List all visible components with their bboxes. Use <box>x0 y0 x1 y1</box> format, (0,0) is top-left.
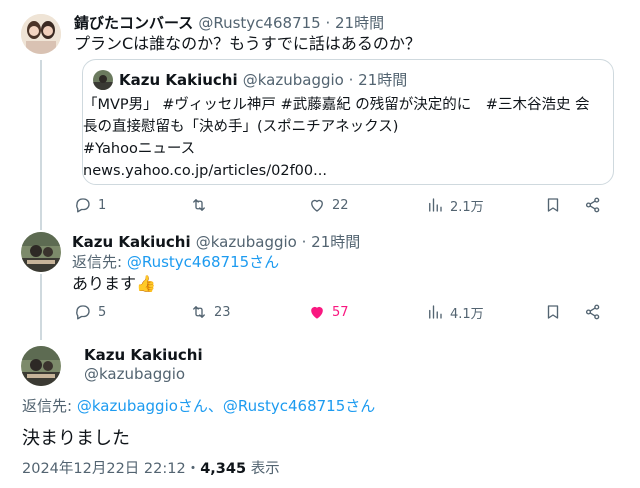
tweet-text: 決まりました <box>22 428 130 449</box>
handle[interactable]: @Rustyc468715 <box>198 14 320 32</box>
tweet-meta: 2024年12月22日 22:12・4,345 表示 <box>22 457 280 478</box>
bookmark-icon <box>544 196 562 214</box>
avatar[interactable] <box>21 14 61 54</box>
like-count: 57 <box>332 304 349 320</box>
share-button[interactable] <box>584 301 602 323</box>
display-name[interactable]: Kazu Kakiuchi <box>84 346 203 364</box>
quote-text-line: 長の直接慰留も「決め手」(スポニチアネックス) <box>83 119 399 135</box>
tweet-timestamp[interactable]: 2024年12月22日 22:12 <box>22 461 186 477</box>
like-count: 22 <box>332 197 349 213</box>
reply-button[interactable]: 5 <box>74 301 106 323</box>
display-name: Kazu Kakiuchi <box>119 71 238 89</box>
handle[interactable]: @kazubaggio <box>84 365 185 383</box>
retweet-icon <box>190 303 208 321</box>
avatar[interactable] <box>21 346 61 386</box>
bookmark-button[interactable] <box>544 194 562 216</box>
views-count: 4,345 <box>200 461 247 477</box>
views-label: 表示 <box>246 461 280 477</box>
tweet-text-body: あります <box>72 274 137 293</box>
retweet-icon <box>190 196 208 214</box>
views-label-text: 表示 <box>250 461 280 477</box>
share-icon <box>584 196 602 214</box>
tweet-text: あります👍 <box>72 273 156 295</box>
quote-text-line: 「MVP男」 #ヴィッセル神戸 #武藤嘉紀 の残留が決定的に #三木谷浩史 会 <box>83 97 590 113</box>
avatar[interactable] <box>21 232 61 272</box>
quote-link[interactable]: news.yahoo.co.jp/articles/02f00... <box>83 160 327 182</box>
separator-dot: · <box>320 14 336 32</box>
separator-dot: · <box>343 71 359 89</box>
tweet-time: 21時間 <box>358 71 408 89</box>
reply-mention-link[interactable]: @kazubaggioさん、@Rustyc468715さん <box>77 397 375 415</box>
reply-prefix: 返信先: <box>72 253 127 271</box>
like-icon <box>308 303 326 321</box>
thumbs-up-emoji: 👍 <box>136 274 156 293</box>
reply-count: 5 <box>98 304 107 320</box>
share-button[interactable] <box>584 194 602 216</box>
thread-line-1 <box>40 60 42 230</box>
reply-context: 返信先: @kazubaggioさん、@Rustyc468715さん <box>22 395 375 416</box>
quote-header: Kazu Kakiuchi @kazubaggio · 21時間 <box>119 69 407 90</box>
reply-count: 1 <box>98 197 107 213</box>
separator-dot: ・ <box>185 461 201 477</box>
retweet-count: 23 <box>214 304 231 320</box>
like-button[interactable]: 57 <box>308 301 349 323</box>
share-icon <box>584 303 602 321</box>
reply-context: 返信先: @Rustyc468715さん <box>72 251 279 272</box>
bookmark-button[interactable] <box>544 301 562 323</box>
quoted-tweet[interactable]: Kazu Kakiuchi @kazubaggio · 21時間 「MVP男」 … <box>82 59 614 185</box>
reply-icon <box>74 303 92 321</box>
tweet-header: Kazu Kakiuchi @kazubaggio · 21時間 <box>72 231 360 252</box>
views-button[interactable]: 4.1万 <box>426 301 484 323</box>
handle: @kazubaggio <box>242 71 344 89</box>
reply-icon <box>74 196 92 214</box>
reply-mention-link[interactable]: @Rustyc468715さん <box>127 253 279 271</box>
bookmark-icon <box>544 303 562 321</box>
avatar <box>93 70 113 90</box>
thread-line-2 <box>40 274 42 340</box>
retweet-button[interactable] <box>190 194 214 216</box>
views-button[interactable]: 2.1万 <box>426 194 484 216</box>
tweet-text: プランCは誰なのか？もうすでに話はあるのか？ <box>74 34 421 53</box>
display-name[interactable]: 錆びたコンバース <box>74 14 193 32</box>
tweet-time[interactable]: 21時間 <box>335 14 384 32</box>
handle[interactable]: @kazubaggio <box>196 233 297 251</box>
like-button[interactable]: 22 <box>308 194 349 216</box>
views-count: 2.1万 <box>450 199 484 215</box>
reply-button[interactable]: 1 <box>74 194 106 216</box>
tweet-time[interactable]: 21時間 <box>311 233 360 251</box>
reply-prefix: 返信先: <box>22 397 77 415</box>
display-name[interactable]: Kazu Kakiuchi <box>72 233 191 251</box>
retweet-button[interactable]: 23 <box>190 301 231 323</box>
tweet-header: 錆びたコンバース @Rustyc468715 · 21時間 <box>74 12 384 33</box>
views-icon <box>426 303 444 321</box>
quote-hashtag[interactable]: #Yahooニュース <box>83 138 195 160</box>
views-icon <box>426 196 444 214</box>
separator-dot: · <box>296 233 312 251</box>
views-count: 4.1万 <box>450 306 484 322</box>
like-icon <box>308 196 326 214</box>
